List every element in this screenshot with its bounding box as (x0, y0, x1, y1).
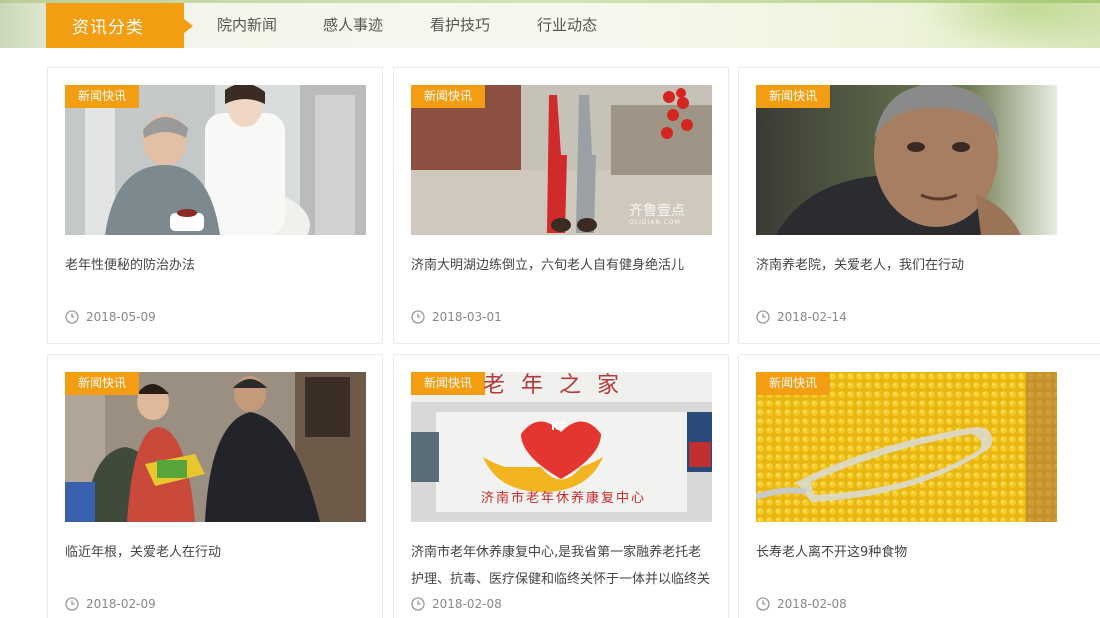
tab-industry-news[interactable]: 行业动态 (537, 3, 597, 48)
article-title[interactable]: 济南养老院，关爱老人，我们在行动 (756, 252, 1059, 279)
clock-icon (65, 310, 79, 324)
article-card[interactable]: 新闻快讯 老年性便秘的防治办法 2018-05-09 (47, 67, 383, 344)
date-text: 2018-02-09 (86, 597, 156, 611)
category-nav-bar: 资讯分类 院内新闻 感人事迹 看护技巧 行业动态 (0, 0, 1100, 48)
rehab-center-sign-bottom: 济南市老年休养康复中心 (481, 491, 647, 506)
news-badge: 新闻快讯 (756, 372, 831, 395)
tab-touching-stories[interactable]: 感人事迹 (323, 3, 383, 48)
article-thumbnail[interactable]: 新闻快讯 齐鲁壹点 QLIDIAN.COM (411, 85, 712, 235)
category-title-tab: 资讯分类 (46, 3, 193, 48)
watermark: 齐鲁壹点 QLIDIAN.COM (629, 203, 685, 227)
date-text: 2018-05-09 (86, 310, 156, 324)
clock-icon (65, 597, 79, 611)
article-date: 2018-02-09 (65, 597, 156, 611)
news-badge: 新闻快讯 (411, 372, 486, 395)
news-badge: 新闻快讯 (411, 85, 486, 108)
clock-icon (411, 597, 425, 611)
article-date: 2018-05-09 (65, 310, 156, 324)
article-card[interactable]: 新闻快讯 长寿老人离不开这9种食物 2018-02-08 (738, 354, 1100, 618)
article-card[interactable]: 新闻快讯 齐鲁壹点 QLIDIAN.COM 济南大明湖边练倒立，六旬老人自有健身… (393, 67, 729, 344)
clock-icon (756, 597, 770, 611)
article-title[interactable]: 济南大明湖边练倒立，六旬老人自有健身绝活儿 (411, 252, 714, 279)
category-title: 资讯分类 (72, 18, 144, 38)
clock-icon (411, 310, 425, 324)
date-text: 2018-02-08 (777, 597, 847, 611)
watermark-text: 齐鲁壹点 (629, 203, 685, 219)
news-badge: 新闻快讯 (65, 372, 140, 395)
rehab-center-logo: KF (551, 420, 568, 433)
article-title[interactable]: 济南市老年休养康复中心,是我省第一家融养老托老护理、抗毒、医疗保健和临终关怀于一… (411, 539, 714, 593)
decorative-leaf-background (920, 0, 1100, 48)
watermark-subtext: QLIDIAN.COM (629, 219, 681, 226)
article-title[interactable]: 老年性便秘的防治办法 (65, 252, 368, 279)
article-thumbnail[interactable]: 新闻快讯 老年之家 KF 济南市老年休养康复中心 (411, 372, 712, 522)
article-title[interactable]: 临近年根，关爱老人在行动 (65, 539, 368, 566)
date-text: 2018-02-08 (432, 597, 502, 611)
news-badge: 新闻快讯 (756, 85, 831, 108)
date-text: 2018-03-01 (432, 310, 502, 324)
article-date: 2018-02-14 (756, 310, 847, 324)
news-badge: 新闻快讯 (65, 85, 140, 108)
article-date: 2018-02-08 (756, 597, 847, 611)
article-thumbnail[interactable]: 新闻快讯 (756, 85, 1057, 235)
news-page: 资讯分类 院内新闻 感人事迹 看护技巧 行业动态 新闻快讯 老年性便秘的防治办法… (0, 0, 1100, 618)
article-thumbnail[interactable]: 新闻快讯 (756, 372, 1057, 522)
article-card[interactable]: 新闻快讯 临近年根，关爱老人在行动 2018-02-09 (47, 354, 383, 618)
article-thumbnail[interactable]: 新闻快讯 (65, 85, 366, 235)
article-title[interactable]: 长寿老人离不开这9种食物 (756, 539, 1059, 566)
clock-icon (756, 310, 770, 324)
tab-nursing-tips[interactable]: 看护技巧 (430, 3, 490, 48)
rehab-center-sign-top: 老年之家 (483, 373, 636, 398)
article-card[interactable]: 新闻快讯 济南养老院，关爱老人，我们在行动 2018-02-14 (738, 67, 1100, 344)
article-thumbnail[interactable]: 新闻快讯 (65, 372, 366, 522)
article-date: 2018-03-01 (411, 310, 502, 324)
article-card[interactable]: 新闻快讯 老年之家 KF 济南市老年休养康复中心 济南市老年休养康复中心,是我省… (393, 354, 729, 618)
tab-hospital-news[interactable]: 院内新闻 (217, 3, 277, 48)
article-date: 2018-02-08 (411, 597, 502, 611)
date-text: 2018-02-14 (777, 310, 847, 324)
